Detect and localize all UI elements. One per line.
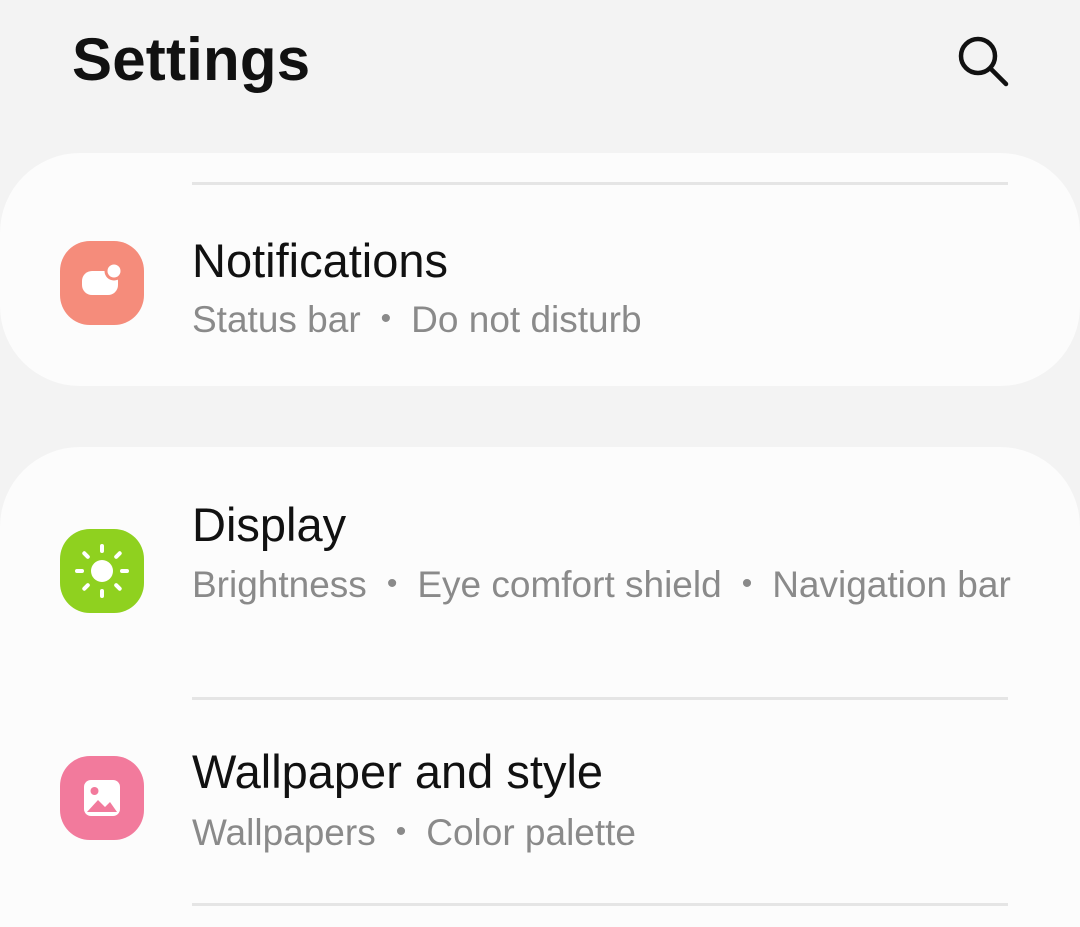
subtitle-part: Color palette <box>426 812 637 853</box>
search-button[interactable] <box>950 28 1016 94</box>
settings-item-wallpaper[interactable]: Wallpaper and style Wallpapers • Color pal… <box>0 700 1080 900</box>
item-title: Wallpaper and style <box>192 745 604 798</box>
subtitle-part: Status bar <box>192 299 361 340</box>
item-title: Notifications <box>192 234 448 287</box>
item-subtitle: Status bar • Do not disturb <box>192 297 1012 345</box>
app-header: Settings <box>0 0 1080 130</box>
subtitle-part: Eye comfort shield <box>417 564 722 605</box>
separator-dot: • <box>386 567 398 601</box>
subtitle-part: Navigation bar <box>772 564 1011 605</box>
brightness-icon <box>60 529 144 613</box>
notifications-icon <box>60 241 144 325</box>
page-title: Settings <box>72 26 311 93</box>
settings-card-display: Display Brightness • Eye comfort shield • Na… <box>0 447 1080 927</box>
separator-dot: • <box>395 815 407 849</box>
subtitle-part: Brightness <box>192 564 367 605</box>
subtitle-part: Wallpapers <box>192 812 376 853</box>
settings-card-notifications: Notifications Status bar • Do not disturb <box>0 153 1080 386</box>
item-title: Display <box>192 498 347 551</box>
settings-item-display[interactable]: Display Brightness • Eye comfort shield • Na… <box>0 447 1080 697</box>
separator-dot: • <box>380 302 392 336</box>
wallpaper-icon <box>60 756 144 840</box>
divider <box>192 182 1008 185</box>
settings-item-notifications[interactable]: Notifications Status bar • Do not disturb <box>0 213 1080 386</box>
item-subtitle: Brightness • Eye comfort shield • Navigation… <box>192 562 1012 610</box>
divider <box>192 903 1008 906</box>
item-subtitle: Wallpapers • Color palette <box>192 810 1012 858</box>
search-icon <box>958 36 1009 87</box>
subtitle-part: Do not disturb <box>411 299 642 340</box>
separator-dot: • <box>741 567 753 601</box>
